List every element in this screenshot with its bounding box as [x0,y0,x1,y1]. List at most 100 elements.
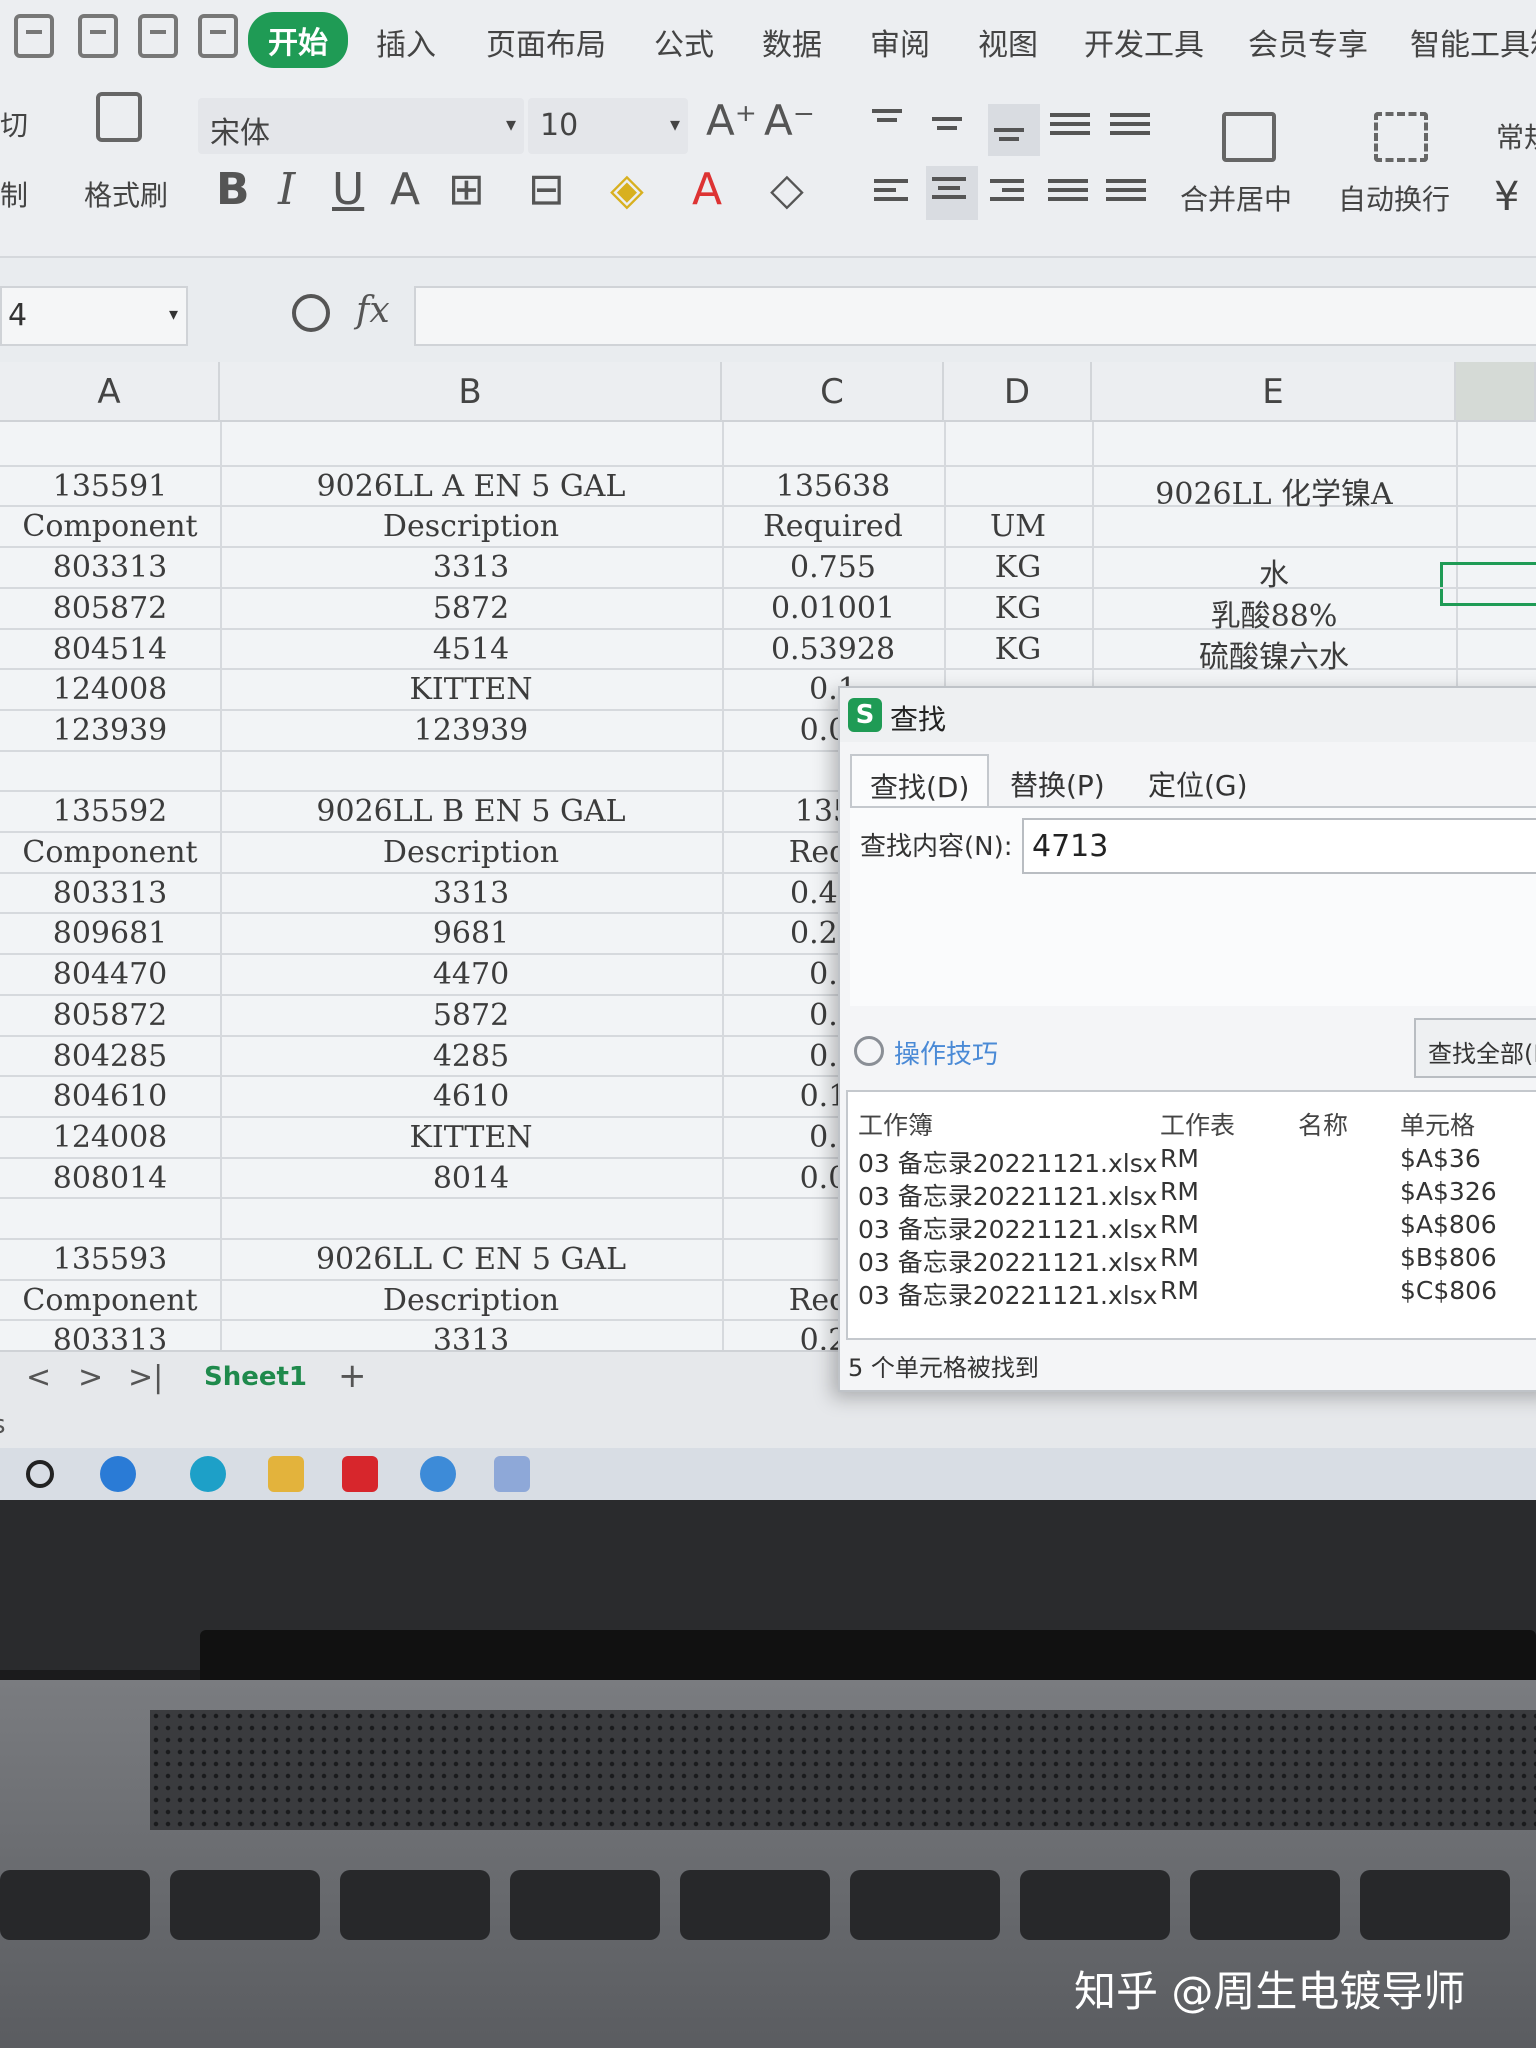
cell-a[interactable]: 804610 [0,1079,220,1116]
results-header-workbook[interactable]: 工作簿 [858,1106,933,1142]
result-cell[interactable]: $A$326 [1400,1177,1497,1206]
underline-icon[interactable]: U [332,164,364,215]
result-workbook[interactable]: 03 备忘录20221121.xlsx [858,1243,1158,1279]
format-painter-icon[interactable] [96,92,142,142]
align-right-icon[interactable] [990,174,1030,214]
last-sheet-button[interactable]: >| [128,1360,163,1395]
cell-a[interactable]: 803313 [0,550,220,587]
distributed-icon[interactable] [1106,174,1146,214]
cell-d[interactable]: KG [944,632,1092,669]
cell-b[interactable]: 4514 [220,632,722,669]
tab-view[interactable]: 视图 [978,20,1038,64]
column-header-f[interactable] [1456,362,1536,422]
result-workbook[interactable]: 03 备忘录20221121.xlsx [858,1144,1158,1180]
cell-d[interactable]: UM [944,509,1092,546]
tab-member[interactable]: 会员专享 [1248,20,1368,64]
cell-b[interactable]: 5872 [220,591,722,628]
tab-page-layout[interactable]: 页面布局 [486,20,606,64]
cell-b[interactable]: 3313 [220,876,722,913]
column-header-d[interactable]: D [944,362,1092,422]
cell-a[interactable]: Component [0,509,220,546]
column-header-e[interactable]: E [1092,362,1456,422]
cell-c[interactable]: 135638 [722,469,944,506]
wps-office-icon[interactable] [342,1456,378,1492]
align-bottom-icon[interactable] [988,104,1040,156]
save-icon[interactable] [14,14,54,58]
fill-color-icon[interactable]: ◈ [610,164,644,215]
cell-b[interactable] [220,428,722,465]
next-sheet-button[interactable]: > [78,1360,103,1395]
border-icon[interactable]: ⊞ [448,164,485,215]
formula-input[interactable] [414,286,1536,346]
cell-a[interactable]: 804285 [0,1039,220,1076]
cell-c[interactable]: 0.01001 [722,591,944,628]
result-cell[interactable]: $C$806 [1400,1276,1497,1305]
cell-b[interactable]: Description [220,509,722,546]
copy-button[interactable]: 复制 [0,174,28,214]
cell-a[interactable]: 123939 [0,713,220,750]
fx-icon[interactable]: fx [356,290,390,331]
tips-link[interactable]: 操作技巧 [894,1034,998,1071]
cell-a[interactable]: Component [0,835,220,872]
cell-e[interactable]: 乳酸88% [1092,591,1456,634]
print-icon[interactable] [138,14,178,58]
font-color-icon[interactable]: A [692,164,722,215]
cell-a[interactable]: 805872 [0,998,220,1035]
merge-center-icon[interactable] [1222,112,1276,162]
tab-insert[interactable]: 插入 [376,20,436,64]
cell-c[interactable]: 0.755 [722,550,944,587]
tab-smart-tools[interactable]: 智能工具箱 [1410,20,1536,64]
edge-browser-icon[interactable] [190,1456,226,1492]
align-top-icon[interactable] [872,104,912,144]
cell-b[interactable]: 9026LL C EN 5 GAL [220,1242,722,1279]
cell-a[interactable]: 803313 [0,1323,220,1350]
decrease-font-icon[interactable]: A⁻ [764,96,815,145]
cell-b[interactable]: Description [220,1283,722,1320]
sogou-icon[interactable] [420,1456,456,1492]
align-left-icon[interactable] [874,174,914,214]
font-name-select[interactable]: 宋体 ▾ [198,98,524,154]
cell-d[interactable] [944,428,1092,465]
tab-data[interactable]: 数据 [762,20,822,64]
cell-b[interactable]: KITTEN [220,1120,722,1157]
cell-b[interactable]: 5872 [220,998,722,1035]
column-header-b[interactable]: B [220,362,722,422]
result-workbook[interactable]: 03 备忘录20221121.xlsx [858,1177,1158,1213]
wrap-text-button[interactable]: 自动换行 [1338,178,1450,218]
cell-a[interactable]: 805872 [0,591,220,628]
find-all-button[interactable]: 查找全部(I) [1414,1018,1536,1078]
file-explorer-icon[interactable] [268,1456,304,1492]
cut-button[interactable]: 剪切 [0,104,28,144]
font-size-select[interactable]: 10 ▾ [528,98,688,154]
italic-icon[interactable]: I [278,164,295,215]
add-sheet-button[interactable]: + [338,1356,367,1396]
cell-a[interactable]: 804514 [0,632,220,669]
cell-b[interactable]: 3313 [220,550,722,587]
cell-a[interactable]: 809681 [0,916,220,953]
cell-c[interactable]: 0.53928 [722,632,944,669]
cell-e[interactable]: 水 [1092,550,1456,593]
tab-review[interactable]: 审阅 [870,20,930,64]
cell-a[interactable]: 804470 [0,957,220,994]
cell-b[interactable] [220,1201,722,1238]
dialog-title-bar[interactable]: S 查找 [840,688,1536,742]
cell-b[interactable]: KITTEN [220,672,722,709]
cell-b[interactable]: 9681 [220,916,722,953]
results-header-sheet[interactable]: 工作表 [1160,1106,1235,1142]
column-header-a[interactable]: A [0,362,220,422]
result-cell[interactable]: $A$806 [1400,1210,1497,1239]
cell-a[interactable]: 124008 [0,1120,220,1157]
cell-b[interactable]: 4610 [220,1079,722,1116]
result-workbook[interactable]: 03 备忘录20221121.xlsx [858,1276,1158,1312]
cell-b[interactable]: 4470 [220,957,722,994]
cell-e[interactable] [1092,428,1456,465]
cell-a[interactable]: 135592 [0,794,220,831]
cell-style-icon[interactable]: ⊟ [528,164,565,215]
cell-a[interactable]: 124008 [0,672,220,709]
tab-find[interactable]: 查找(D) [850,754,990,808]
export-icon[interactable] [78,14,118,58]
tab-home[interactable]: 开始 [248,12,348,68]
currency-icon[interactable]: ¥ [1494,174,1519,220]
result-sheet[interactable]: RM [1160,1276,1199,1305]
number-format-select[interactable]: 常规 [1496,116,1536,156]
